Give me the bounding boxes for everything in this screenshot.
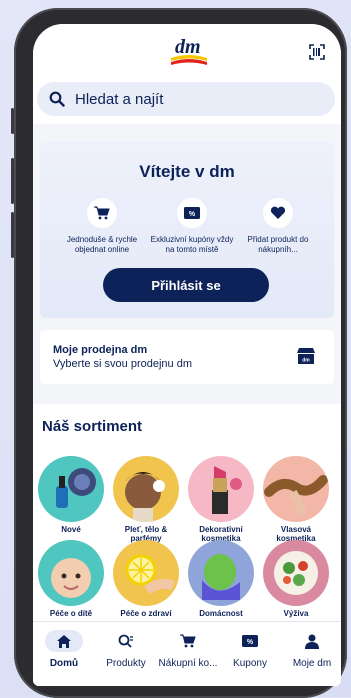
tab-coupons[interactable]: % Kupony	[219, 622, 281, 686]
category-new[interactable]: Nové	[36, 456, 106, 534]
tab-label: Moje dm	[292, 658, 332, 669]
welcome-title: Vítejte v dm	[139, 162, 235, 181]
store-icon: dm	[297, 348, 315, 364]
feature-wishlist: Přidat produkt do nákupníh...	[233, 198, 323, 255]
baby-icon	[38, 540, 104, 606]
tab-cart[interactable]: Nákupní ko...	[157, 622, 219, 686]
tab-home[interactable]: Domů	[33, 622, 95, 686]
phone-volume-down	[11, 212, 14, 258]
svg-text:%: %	[247, 639, 254, 646]
tab-my-dm[interactable]: Moje dm	[281, 622, 341, 686]
search-icon	[49, 91, 65, 107]
category-baby-care[interactable]: Péče o dítě	[36, 540, 106, 618]
assortment-section: Náš sortiment Nové Pleť, tělo & parfémy …	[33, 404, 341, 644]
cart-icon	[169, 630, 207, 652]
search-section: Hledat a najít	[33, 76, 341, 124]
category-health-care[interactable]: Péče o zdraví	[111, 540, 181, 618]
svg-text:dm: dm	[302, 358, 310, 364]
tab-label: Kupony	[233, 658, 267, 669]
tab-products[interactable]: Produkty	[95, 622, 157, 686]
feature-caption: Přidat produkt do nákupníh...	[247, 235, 309, 254]
hair-icon	[263, 456, 329, 522]
phone-side-button	[11, 108, 14, 134]
assortment-title: Náš sortiment	[42, 418, 143, 435]
store-subtitle: Vyberte si svou prodejnu dm	[53, 358, 192, 370]
search-placeholder: Hledat a najít	[75, 90, 164, 108]
heart-icon	[263, 198, 293, 228]
category-nutrition[interactable]: Výživa	[261, 540, 331, 618]
coupon-icon: %	[231, 630, 269, 652]
dm-logo[interactable]: dm	[169, 33, 209, 67]
user-icon	[293, 630, 331, 652]
products-search-icon	[107, 630, 145, 652]
salad-icon	[263, 540, 329, 606]
nail-polish-icon	[38, 456, 104, 522]
category-decorative-cosmetics[interactable]: Dekorativní kosmetika	[186, 456, 256, 543]
svg-text:dm: dm	[175, 36, 201, 58]
store-selector[interactable]: Moje prodejna dm Vyberte si svou prodejn…	[40, 330, 334, 384]
tab-label: Produkty	[106, 658, 146, 669]
home-icon	[45, 630, 83, 652]
feature-order-online: Jednoduše & rychle objednat online	[57, 198, 147, 255]
bottom-tab-bar: Domů Produkty Nákupní ko... % Kupony Moj…	[33, 621, 341, 686]
phone-volume-up	[11, 158, 14, 204]
barcode-scan-icon[interactable]	[309, 44, 325, 60]
face-care-icon	[113, 456, 179, 522]
cart-icon	[87, 198, 117, 228]
tab-label: Domů	[49, 658, 79, 669]
feature-caption: Jednoduše & rychle objednat online	[66, 235, 138, 254]
login-button[interactable]: Přihlásit se	[103, 268, 269, 302]
sponge-icon	[188, 540, 254, 606]
welcome-card: Vítejte v dm Jednoduše & rychle objednat…	[40, 142, 334, 318]
category-hair-cosmetics[interactable]: Vlasová kosmetika	[261, 456, 331, 543]
lipstick-icon	[188, 456, 254, 522]
search-input[interactable]: Hledat a najít	[37, 82, 335, 116]
top-bar: dm	[33, 24, 341, 76]
feature-caption: Exkluzivní kupóny vždy na tomto místě	[150, 235, 234, 254]
category-skin-body[interactable]: Pleť, tělo & parfémy	[111, 456, 181, 543]
lemon-icon	[113, 540, 179, 606]
store-title: Moje prodejna dm	[53, 344, 148, 356]
app-screen: dm Hledat a najít Vítejte v dm Jednoduše…	[33, 24, 341, 686]
svg-text:%: %	[189, 211, 196, 218]
feature-coupons: % Exkluzivní kupóny vždy na tomto místě	[147, 198, 237, 255]
coupon-icon: %	[177, 198, 207, 228]
category-household[interactable]: Domácnost	[186, 540, 256, 618]
tab-label: Nákupní ko...	[158, 658, 218, 669]
